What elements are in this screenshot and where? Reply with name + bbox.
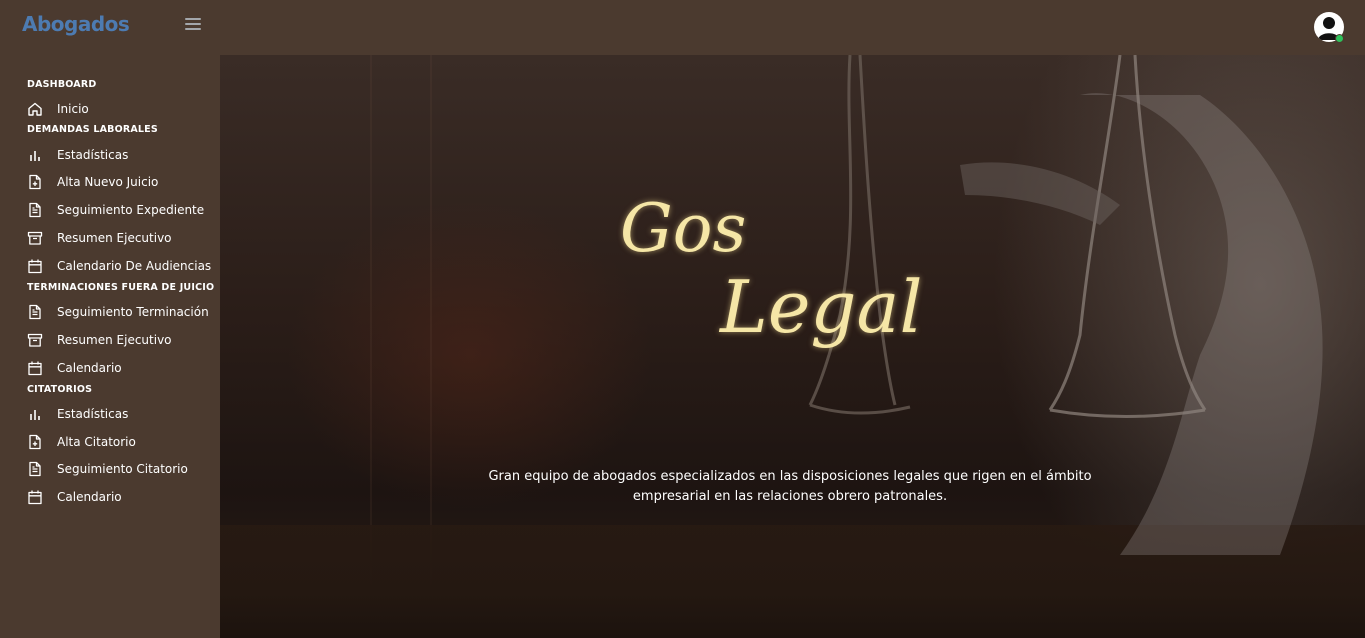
- logo-text-line2: Legal: [720, 265, 923, 349]
- section-title-citatorios: CITATORIOS: [27, 384, 93, 395]
- file-plus-icon: [29, 174, 41, 190]
- sidebar-item-estadisticas-citatorios[interactable]: Estadísticas: [0, 402, 220, 426]
- sidebar-item-alta-citatorio[interactable]: Alta Citatorio: [0, 430, 220, 454]
- sidebar-item-calendario[interactable]: Calendario: [0, 356, 220, 380]
- sidebar-item-label: Alta Citatorio: [57, 435, 136, 449]
- hero-banner: Gos Legal Gran equipo de abogados especi…: [220, 55, 1365, 638]
- sidebar-item-label: Estadísticas: [57, 148, 129, 162]
- sidebar-item-label: Calendario De Audiencias: [57, 259, 212, 273]
- bar-chart-icon: [30, 410, 40, 420]
- calendar-icon: [28, 259, 42, 274]
- sidebar-item-seguimiento-terminacion[interactable]: Seguimiento Terminación: [0, 300, 220, 324]
- sidebar-item-label: Seguimiento Citatorio: [57, 462, 188, 476]
- sidebar-item-alta-nuevo-juicio[interactable]: Alta Nuevo Juicio: [0, 170, 220, 194]
- sidebar-item-label: Estadísticas: [57, 407, 129, 421]
- section-title-demandas: DEMANDAS LABORALES: [27, 124, 158, 135]
- sidebar-item-label: Seguimiento Terminación: [57, 305, 209, 319]
- sidebar-item-calendario-citatorios[interactable]: Calendario: [0, 485, 220, 509]
- file-text-icon: [29, 202, 41, 218]
- sidebar-item-label: Seguimiento Expediente: [57, 203, 205, 217]
- sidebar: DASHBOARD Inicio DEMANDAS LABORALES Esta…: [0, 55, 220, 638]
- archive-icon: [27, 231, 43, 245]
- calendar-icon: [28, 361, 42, 376]
- hamburger-menu-icon[interactable]: [185, 18, 201, 32]
- calendar-icon: [28, 490, 42, 505]
- sidebar-item-estadisticas[interactable]: Estadísticas: [0, 143, 220, 167]
- sidebar-item-label: Inicio: [57, 102, 89, 116]
- sidebar-item-label: Resumen Ejecutivo: [57, 231, 172, 245]
- sidebar-item-inicio[interactable]: Inicio: [0, 97, 220, 121]
- sidebar-item-label: Calendario: [57, 361, 122, 375]
- file-text-icon: [29, 304, 41, 320]
- archive-icon: [27, 333, 43, 347]
- section-title-dashboard: DASHBOARD: [27, 79, 97, 90]
- bar-chart-icon: [30, 151, 40, 161]
- home-icon: [28, 102, 42, 116]
- file-plus-icon: [29, 434, 41, 450]
- sidebar-item-seguimiento-expediente[interactable]: Seguimiento Expediente: [0, 198, 220, 222]
- section-title-terminaciones: TERMINACIONES FUERA DE JUICIO: [27, 282, 215, 293]
- top-bar: Abogados: [0, 0, 1365, 55]
- hero-tagline: Gran equipo de abogados especializados e…: [488, 469, 1092, 504]
- sidebar-item-seguimiento-citatorio[interactable]: Seguimiento Citatorio: [0, 457, 220, 481]
- sidebar-item-resumen-ejecutivo-2[interactable]: Resumen Ejecutivo: [0, 328, 220, 352]
- file-text-icon: [29, 461, 41, 477]
- online-status-icon: [1335, 34, 1344, 43]
- sidebar-item-label: Calendario: [57, 490, 122, 504]
- brand-logo[interactable]: Abogados: [22, 12, 130, 36]
- logo-text-line1: Gos: [620, 190, 747, 267]
- sidebar-item-calendario-audiencias[interactable]: Calendario De Audiencias: [0, 254, 220, 278]
- sidebar-item-label: Alta Nuevo Juicio: [57, 175, 159, 189]
- sidebar-item-resumen-ejecutivo[interactable]: Resumen Ejecutivo: [0, 226, 220, 250]
- sidebar-item-label: Resumen Ejecutivo: [57, 333, 172, 347]
